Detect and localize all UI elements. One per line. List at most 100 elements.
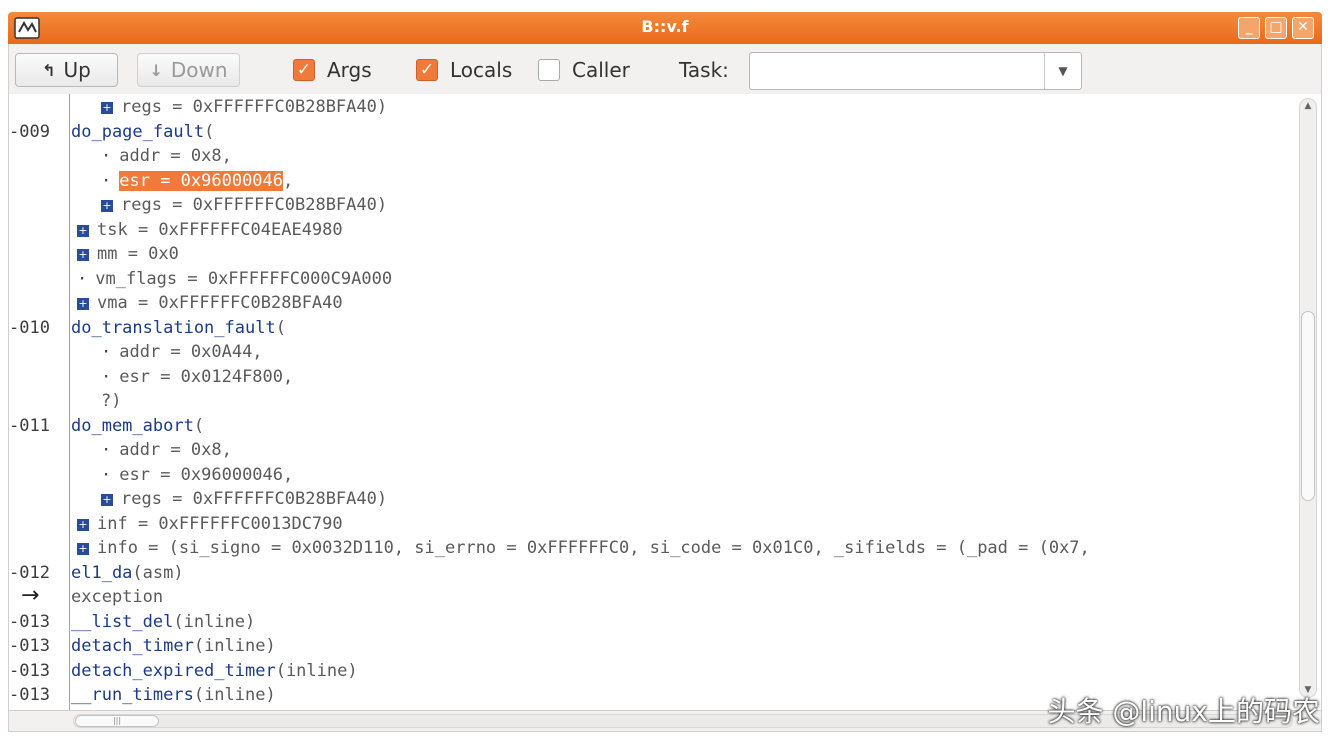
scroll-up-icon[interactable]: ▲: [1300, 101, 1316, 111]
function-name[interactable]: do_mem_abort: [71, 416, 194, 436]
args-label: Args: [327, 58, 372, 82]
frame-text: addr = 0x8,: [119, 440, 232, 460]
stack-row[interactable]: -013 detach_expired_timer(inline): [9, 659, 1299, 683]
minimize-button[interactable]: _: [1238, 17, 1260, 39]
stack-frame-view[interactable]: + regs = 0xFFFFFFC0B28BFA40) -009 do_page_f…: [8, 94, 1322, 710]
frame-code: + mm = 0x0: [77, 242, 179, 266]
stack-row[interactable]: -012 el1_da(asm): [9, 561, 1299, 585]
expand-icon[interactable]: +: [101, 102, 113, 114]
frame-code: exception: [71, 585, 163, 609]
highlighted-value[interactable]: esr = 0x96000046: [119, 171, 284, 191]
title-bar: B::v.f _ □ ✕: [8, 12, 1322, 44]
frame-level: -012: [9, 563, 50, 583]
up-button[interactable]: ↰ Up: [15, 53, 118, 87]
caller-label: Caller: [572, 58, 630, 82]
expand-icon[interactable]: +: [101, 494, 113, 506]
locals-checkbox[interactable]: Locals: [416, 58, 512, 82]
stack-row[interactable]: -009 do_page_fault(: [9, 120, 1299, 144]
function-name[interactable]: do_page_fault: [71, 122, 204, 142]
frame-text: (: [275, 318, 286, 338]
function-name[interactable]: detach_timer: [71, 636, 194, 656]
frame-code: + regs = 0xFFFFFFC0B28BFA40): [101, 193, 387, 217]
stack-row[interactable]: + mm = 0x0: [9, 242, 1299, 266]
up-button-label: Up: [63, 58, 91, 82]
frame-text: (: [193, 416, 205, 436]
frame-code: · esr = 0x96000046,: [101, 463, 293, 487]
stack-row[interactable]: + regs = 0xFFFFFFC0B28BFA40): [9, 193, 1299, 217]
stack-row[interactable]: ?): [9, 389, 1299, 413]
args-checkbox-box[interactable]: [293, 59, 315, 81]
caller-checkbox[interactable]: Caller: [538, 58, 630, 82]
stack-row[interactable]: -013 __list_del(inline): [9, 610, 1299, 634]
locals-label: Locals: [450, 58, 513, 82]
frame-text: regs = 0xFFFFFFC0B28BFA40): [121, 489, 388, 509]
frame-text: (inline): [275, 661, 358, 681]
frame-text: regs = 0xFFFFFFC0B28BFA40): [121, 97, 388, 117]
stack-row[interactable]: · addr = 0x8,: [9, 438, 1299, 462]
watermark: 头条 @linux上的码农: [1047, 695, 1320, 728]
bullet-icon: ·: [101, 342, 112, 362]
stack-row[interactable]: + regs = 0xFFFFFFC0B28BFA40): [9, 95, 1299, 119]
frame-text: tsk = 0xFFFFFFC04EAE4980: [97, 220, 343, 240]
expand-icon[interactable]: +: [77, 543, 89, 555]
stack-row[interactable]: + tsk = 0xFFFFFFC04EAE4980: [9, 218, 1299, 242]
expand-icon[interactable]: +: [77, 298, 89, 310]
frame-text: ,: [283, 171, 294, 191]
frame-code: do_mem_abort(: [71, 414, 204, 438]
stack-row[interactable]: · addr = 0x8,: [9, 144, 1299, 168]
frame-text: addr = 0x0A44,: [119, 342, 263, 362]
chevron-down-icon[interactable]: ▼: [1044, 53, 1081, 89]
up-arrow-icon: ↰: [42, 60, 56, 80]
frame-text: vma = 0xFFFFFFC0B28BFA40: [97, 293, 343, 313]
stack-row[interactable]: -011 do_mem_abort(: [9, 414, 1299, 438]
stack-row[interactable]: · esr = 0x96000046,: [9, 463, 1299, 487]
frame-code: detach_expired_timer(inline): [71, 659, 358, 683]
frame-level: -013: [9, 685, 50, 705]
vertical-scrollbar[interactable]: ▲ ▼: [1299, 98, 1317, 698]
frame-text: (inline): [173, 612, 256, 632]
close-button[interactable]: ✕: [1292, 17, 1314, 39]
locals-checkbox-box[interactable]: [416, 59, 438, 81]
down-button-label: Down: [170, 58, 228, 82]
down-button[interactable]: ↓ Down: [137, 53, 240, 87]
function-name[interactable]: __run_timers: [71, 685, 194, 705]
caller-checkbox-box[interactable]: [538, 59, 560, 81]
frame-code: + info = (si_signo = 0x0032D110, si_errno…: [77, 536, 1090, 560]
stack-row[interactable]: -010 do_translation_fault(: [9, 316, 1299, 340]
frame-code: + regs = 0xFFFFFFC0B28BFA40): [101, 487, 387, 511]
expand-icon[interactable]: +: [77, 249, 89, 261]
bullet-icon: ·: [101, 440, 112, 460]
expand-icon[interactable]: +: [77, 519, 89, 531]
function-name[interactable]: do_translation_fault: [71, 318, 276, 338]
expand-icon[interactable]: +: [77, 225, 89, 237]
stack-row[interactable]: · esr = 0x96000046,: [9, 169, 1299, 193]
stack-row[interactable]: + inf = 0xFFFFFFC0013DC790: [9, 512, 1299, 536]
stack-row[interactable]: · vm_flags = 0xFFFFFFC000C9A000: [9, 267, 1299, 291]
stack-row[interactable]: -013 detach_timer(inline): [9, 634, 1299, 658]
frame-text: inf = 0xFFFFFFC0013DC790: [97, 514, 343, 534]
stack-row[interactable]: + vma = 0xFFFFFFC0B28BFA40: [9, 291, 1299, 315]
stack-row[interactable]: + regs = 0xFFFFFFC0B28BFA40): [9, 487, 1299, 511]
window-title: B::v.f: [641, 17, 689, 36]
args-checkbox[interactable]: Args: [293, 58, 372, 82]
frame-level: -013: [9, 661, 50, 681]
task-combobox[interactable]: ▼: [749, 52, 1082, 90]
vertical-scroll-thumb[interactable]: [1301, 311, 1315, 501]
function-name[interactable]: __list_del: [71, 612, 173, 632]
stack-row[interactable]: · addr = 0x0A44,: [9, 340, 1299, 364]
stack-row[interactable]: + info = (si_signo = 0x0032D110, si_errno…: [9, 536, 1299, 560]
stack-row[interactable]: → exception: [9, 585, 1299, 609]
expand-icon[interactable]: +: [101, 200, 113, 212]
stack-row[interactable]: · esr = 0x0124F800,: [9, 365, 1299, 389]
current-frame-arrow-icon: →: [21, 583, 40, 608]
bullet-icon: ·: [101, 367, 112, 387]
task-input[interactable]: [750, 53, 1044, 89]
down-arrow-icon: ↓: [149, 60, 163, 80]
function-name[interactable]: detach_expired_timer: [71, 661, 276, 681]
frame-code: el1_da(asm): [71, 561, 184, 585]
maximize-button[interactable]: □: [1265, 17, 1287, 39]
frame-text: esr = 0x96000046,: [119, 465, 294, 485]
horizontal-scroll-thumb[interactable]: |||: [75, 715, 159, 727]
frame-code: · addr = 0x8,: [101, 438, 232, 462]
function-name[interactable]: el1_da: [71, 563, 132, 583]
